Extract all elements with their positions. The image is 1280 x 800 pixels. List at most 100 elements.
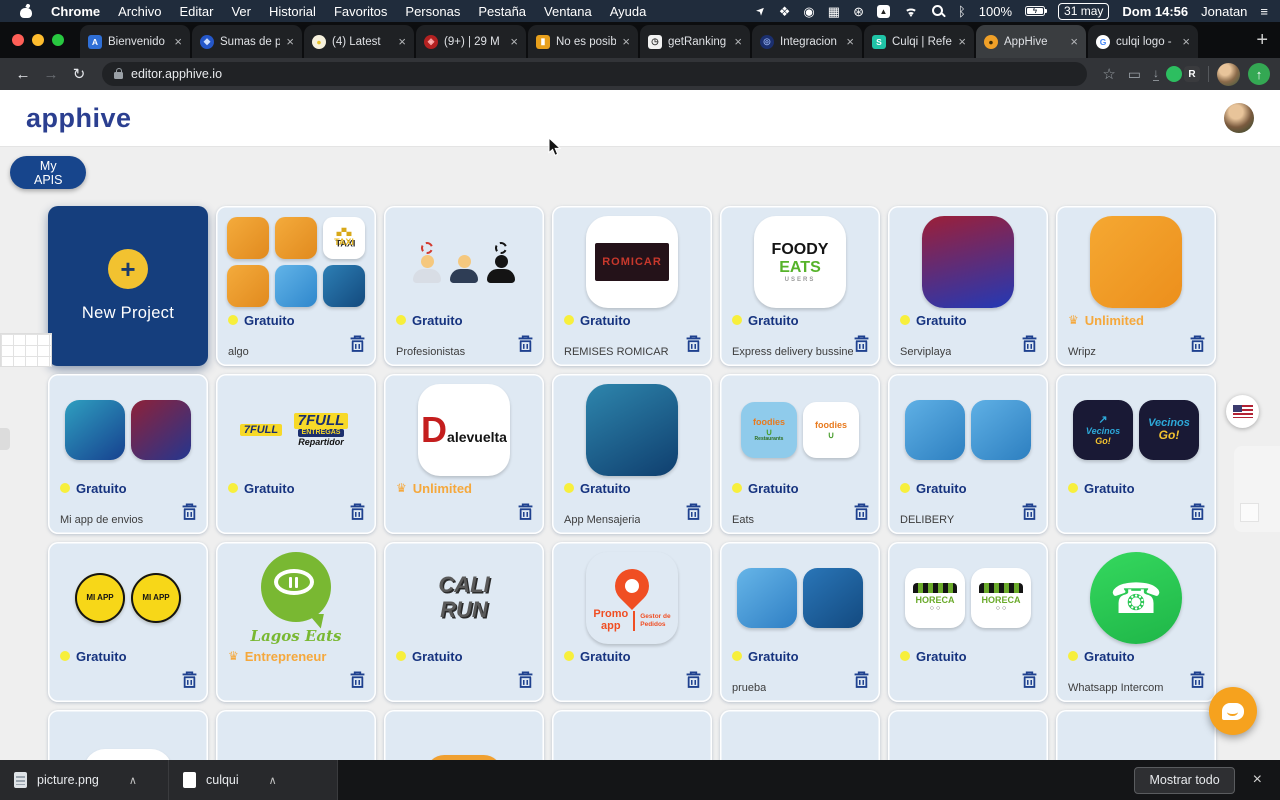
update-chrome-button[interactable]: ↑ xyxy=(1248,63,1270,85)
list-menu-icon[interactable]: ≡ xyxy=(1260,5,1268,18)
project-card[interactable]: Gratuito Mi app de envios xyxy=(48,374,208,534)
new-tab-button[interactable]: + xyxy=(1256,30,1268,50)
delete-button[interactable] xyxy=(517,335,534,358)
project-card[interactable]: 7FULL 7FULL ENTREGAS Repartidor Gratuito xyxy=(216,374,376,534)
my-apis-button[interactable]: My APIS xyxy=(10,156,87,189)
menu-ventana[interactable]: Ventana xyxy=(535,4,601,19)
browser-tab[interactable]: ● (4) Latest × xyxy=(304,25,414,58)
project-card[interactable]: Gratuito Serviplaya xyxy=(888,206,1048,366)
project-card[interactable]: O xyxy=(384,710,544,760)
tab-close-icon[interactable]: × xyxy=(958,34,966,49)
zoom-window-button[interactable] xyxy=(52,34,64,46)
bluetooth-icon[interactable]: ᛒ xyxy=(958,5,966,18)
wifi-icon[interactable] xyxy=(902,5,919,17)
project-card[interactable]: Gratuito App Mensajeria xyxy=(552,374,712,534)
apphive-logo[interactable]: apphive xyxy=(26,103,132,134)
download-item[interactable]: picture.png ∧ xyxy=(0,760,169,800)
delete-button[interactable] xyxy=(517,671,534,694)
delete-button[interactable] xyxy=(349,671,366,694)
project-card[interactable]: HORECA ○ ○ HORECA ○ ○ Gratuito xyxy=(888,542,1048,702)
menubar-user[interactable]: Jonatan xyxy=(1201,4,1247,19)
delete-button[interactable] xyxy=(517,503,534,526)
browser-tab[interactable]: S Culqi | Refe × xyxy=(864,25,974,58)
profile-avatar[interactable] xyxy=(1217,62,1240,86)
tab-close-icon[interactable]: × xyxy=(846,34,854,49)
menu-archivo[interactable]: Archivo xyxy=(109,4,170,19)
menu-historial[interactable]: Historial xyxy=(260,4,325,19)
project-card[interactable]: foodies ∪ Restaurants foodies ∪ Gratuito Eat… xyxy=(720,374,880,534)
date-chip[interactable]: 31 may xyxy=(1058,2,1110,20)
delete-button[interactable] xyxy=(181,671,198,694)
wallet-icon[interactable]: ▭ xyxy=(1128,66,1141,83)
drive-icon[interactable]: ▲ xyxy=(876,4,890,18)
browser-tab[interactable]: ◷ getRanking × xyxy=(640,25,750,58)
browser-tab[interactable]: ● AppHive × xyxy=(976,25,1086,58)
app-menu-icon[interactable]: ⊛ xyxy=(853,5,864,18)
download-item[interactable]: culqui ∧ xyxy=(169,760,338,800)
delete-button[interactable] xyxy=(685,503,702,526)
project-card[interactable]: ●PORTOSHOP xyxy=(1056,710,1216,760)
project-card[interactable]: ROMICAR Gratuito REMISES ROMICAR xyxy=(552,206,712,366)
menu-editar[interactable]: Editar xyxy=(170,4,222,19)
browser-tab[interactable]: ◎ Integracion × xyxy=(752,25,862,58)
browser-tab[interactable]: A Bienvenido × xyxy=(80,25,190,58)
screen-mirroring-icon[interactable]: ▦ xyxy=(828,5,840,18)
minimize-window-button[interactable] xyxy=(32,34,44,46)
project-card[interactable]: Gratuito DELIBERY xyxy=(888,374,1048,534)
language-flag-button[interactable] xyxy=(1226,395,1259,428)
project-card[interactable]: --➤ xyxy=(48,710,208,760)
spotlight-icon[interactable] xyxy=(931,4,945,18)
green-extension-icon[interactable] xyxy=(1166,66,1182,82)
project-card[interactable]: ○○○ xyxy=(552,710,712,760)
delete-button[interactable] xyxy=(853,503,870,526)
tab-close-icon[interactable]: × xyxy=(510,34,518,49)
menu-favoritos[interactable]: Favoritos xyxy=(325,4,396,19)
delete-button[interactable] xyxy=(853,335,870,358)
project-card[interactable]: ☎ Gratuito Whatsapp Intercom xyxy=(1056,542,1216,702)
tab-close-icon[interactable]: × xyxy=(734,34,742,49)
location-icon[interactable]: ➤ xyxy=(753,3,768,18)
user-avatar[interactable] xyxy=(1224,103,1254,133)
delete-button[interactable] xyxy=(1021,503,1038,526)
lock-icon[interactable] xyxy=(114,68,123,79)
menu-personas[interactable]: Personas xyxy=(396,4,469,19)
project-card[interactable]: Gratuito prueba xyxy=(720,542,880,702)
delete-button[interactable] xyxy=(1021,671,1038,694)
r-extension-icon[interactable]: R xyxy=(1184,66,1200,82)
reload-button[interactable]: ↻ xyxy=(66,65,92,83)
back-button[interactable]: ← xyxy=(10,66,36,83)
browser-tab[interactable]: ▮ No es posib × xyxy=(528,25,638,58)
project-card[interactable]: Promo app Gestor de Pedidos Gratuito xyxy=(552,542,712,702)
delete-button[interactable] xyxy=(349,503,366,526)
project-card[interactable]: Dalevuelta ♛ Unlimited xyxy=(384,374,544,534)
project-card[interactable]: ▄▀▄ TAXI Gratuito algo xyxy=(216,206,376,366)
chevron-up-icon[interactable]: ∧ xyxy=(129,774,137,787)
menubar-clock[interactable]: Dom 14:56 xyxy=(1122,4,1188,19)
shutter-icon[interactable]: ◉ xyxy=(803,5,814,18)
forward-button[interactable]: → xyxy=(38,66,64,83)
project-card[interactable]: ‖● xyxy=(216,710,376,760)
project-card[interactable]: ♛ Unlimited Wripz xyxy=(1056,206,1216,366)
project-card[interactable]: Lagos Eats ♛ Entrepreneur xyxy=(216,542,376,702)
tab-close-icon[interactable]: × xyxy=(398,34,406,49)
tab-close-icon[interactable]: × xyxy=(1070,34,1078,49)
project-card[interactable] xyxy=(888,710,1048,760)
menu-pestaña[interactable]: Pestaña xyxy=(469,4,535,19)
menu-chrome[interactable]: Chrome xyxy=(42,4,109,19)
delete-button[interactable] xyxy=(1189,335,1206,358)
show-all-downloads-button[interactable]: Mostrar todo xyxy=(1134,766,1235,794)
delete-button[interactable] xyxy=(1189,671,1206,694)
project-card[interactable]: CALI RUN Gratuito xyxy=(384,542,544,702)
chevron-up-icon[interactable]: ∧ xyxy=(269,774,277,787)
menu-ver[interactable]: Ver xyxy=(222,4,260,19)
new-project-card[interactable]: + New Project xyxy=(48,206,208,366)
battery-icon[interactable]: ϟ xyxy=(1025,6,1048,16)
tab-close-icon[interactable]: × xyxy=(174,34,182,49)
bookmark-star-icon[interactable]: ☆ xyxy=(1102,65,1115,83)
tab-close-icon[interactable]: × xyxy=(286,34,294,49)
project-card[interactable]: MI APP MI APP Gratuito xyxy=(48,542,208,702)
menu-ayuda[interactable]: Ayuda xyxy=(601,4,656,19)
project-card[interactable] xyxy=(720,710,880,760)
project-card[interactable]: Gratuito Profesionistas xyxy=(384,206,544,366)
delete-button[interactable] xyxy=(685,671,702,694)
